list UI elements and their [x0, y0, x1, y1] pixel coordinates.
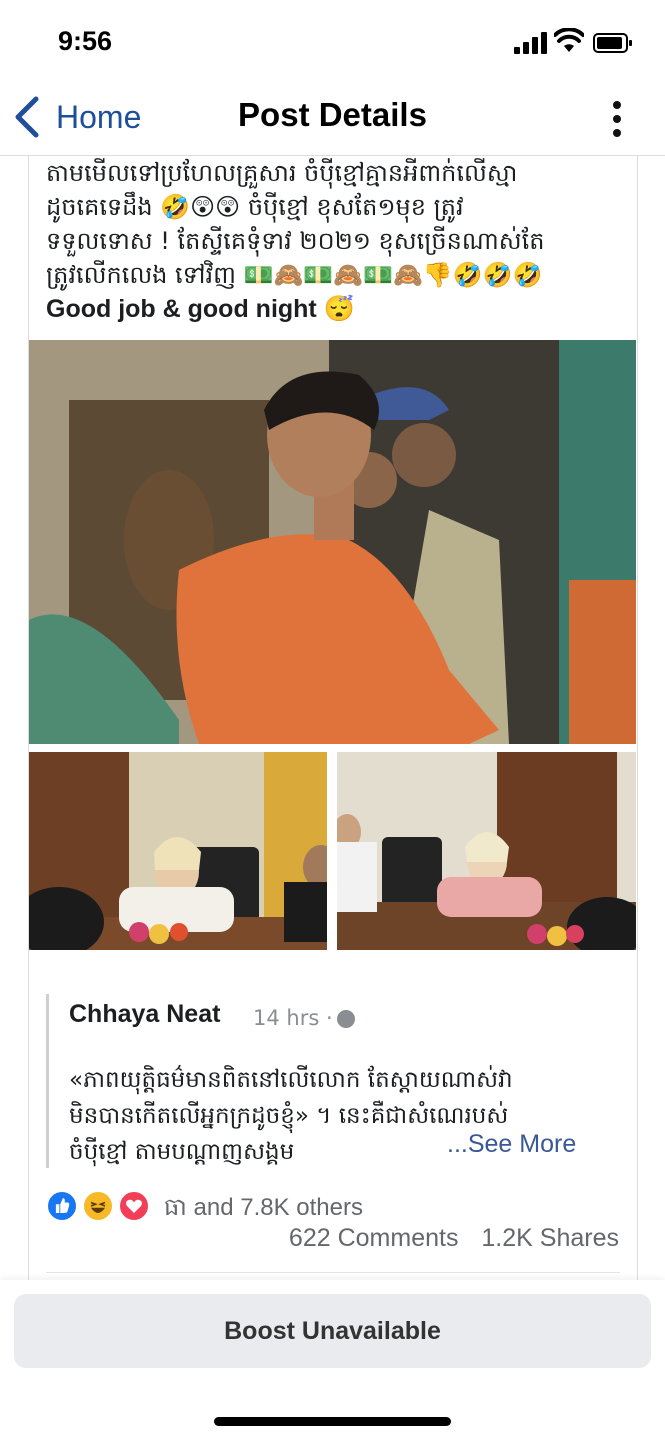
signal-icon: [514, 32, 547, 54]
engagement-counts: 622 Comments 1.2K Shares: [273, 1224, 619, 1253]
boost-button[interactable]: Boost Unavailable: [14, 1294, 651, 1368]
home-indicator[interactable]: [214, 1417, 451, 1426]
post-photo-left[interactable]: [29, 752, 327, 950]
shared-text-line: មិនបានកើតលើអ្នកក្រដូចខ្ញុំ» ។ នេះគឺជាសំណ…: [69, 1103, 509, 1129]
post-text-line: តាមមើលទៅប្រហែលគ្រួសារ ចំប៉ីខ្មៅគ្មានអីពា…: [46, 159, 518, 187]
shared-post-author[interactable]: Chhaya Neat: [69, 1000, 220, 1029]
love-icon: [118, 1190, 150, 1222]
divider: [46, 1272, 620, 1273]
post-text: តាមមើលទៅប្រហែលគ្រួសារ ចំប៉ីខ្មៅគ្មានអីពា…: [46, 156, 626, 332]
reactions-summary[interactable]: ធា and 7.8K others: [46, 1190, 626, 1224]
more-options-icon[interactable]: [604, 98, 630, 138]
see-more-link[interactable]: ...See More: [447, 1130, 576, 1159]
post-text-line: ត្រូវលើកលេង ទៅវិញ 💵🙈💵🙈💵🙈👎🤣🤣🤣: [46, 261, 543, 289]
wifi-icon: [554, 28, 584, 52]
reactions-count: ធា and 7.8K others: [164, 1194, 363, 1221]
haha-icon: [82, 1190, 114, 1222]
shares-count[interactable]: 1.2K Shares: [481, 1224, 619, 1252]
post-photo-main[interactable]: [29, 340, 636, 744]
shared-post-time-label: 14 hrs ·: [253, 1006, 333, 1030]
post-text-line: ទទួលទោស ! តែស្ទីគេទុំទាវ ២០២១ ខុសច្រើនណា…: [46, 227, 545, 255]
post-text-line: ដូចគេទេដឹង 🤣😲😲 ចំប៉ីខ្មៅ ខុសតែ១មុខ ត្រូវ: [46, 193, 464, 221]
like-icon: [46, 1190, 78, 1222]
globe-icon: [336, 1010, 355, 1028]
status-bar: 9:56: [0, 0, 665, 80]
post-text-english: Good job & good night 😴: [46, 295, 355, 323]
post-photo-right[interactable]: [337, 752, 636, 950]
battery-icon: [593, 33, 632, 53]
comments-count[interactable]: 622 Comments: [289, 1224, 459, 1252]
shared-text-line: «ភាពយុត្តិធម៌មានពិតនៅលើលោក តែស្តាយណាស់វា: [69, 1067, 513, 1093]
status-time: 9:56: [58, 26, 113, 56]
page-title: Post Details: [238, 96, 427, 133]
shared-post-time: 14 hrs ·: [253, 1006, 355, 1030]
shared-post[interactable]: Chhaya Neat 14 hrs · «ភាពយុត្តិធម៌មានពិត…: [46, 994, 626, 1168]
navigation-bar: Home Post Details: [0, 80, 665, 156]
